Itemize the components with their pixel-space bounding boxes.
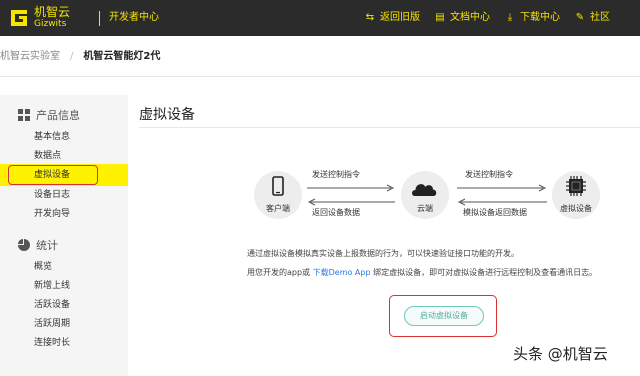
watermark: 头条 @机智云	[513, 345, 608, 363]
community-icon: ✎	[575, 12, 585, 23]
grid-icon	[18, 109, 30, 121]
virtual-device-label: 虚拟设备	[560, 204, 592, 213]
cloud-node: 云端	[401, 171, 449, 219]
sidebar-item-data-points[interactable]: 数据点	[34, 150, 61, 162]
download-demo-app-link[interactable]: 下载Demo App	[313, 268, 371, 277]
sidebar-group-statistics: 统计	[18, 239, 58, 253]
sidebar-item-basic-info[interactable]: 基本信息	[34, 131, 70, 143]
client-label: 客户端	[266, 204, 290, 213]
sidebar-item-device-log[interactable]: 设备日志	[34, 189, 70, 201]
nav-community[interactable]: ✎ 社区	[574, 11, 610, 25]
virtual-device-node: 虚拟设备	[552, 171, 600, 219]
left-return-data-label: 返回设备数据	[312, 208, 360, 217]
sidebar-group-product-info: 产品信息	[18, 109, 80, 123]
sidebar-item-connection-duration[interactable]: 连接时长	[34, 337, 70, 349]
left-arrow-icon	[457, 198, 547, 206]
sidebar-item-overview[interactable]: 概览	[34, 261, 52, 273]
client-node: 客户端	[254, 171, 302, 219]
logo-mark-icon	[11, 10, 27, 26]
sidebar-item-active-devices[interactable]: 活跃设备	[34, 299, 70, 311]
breadcrumb-lab[interactable]: 机智云实验室	[0, 51, 60, 62]
breadcrumb-current-product: 机智云智能灯2代	[83, 51, 161, 62]
description-line-1: 通过虚拟设备模拟真实设备上报数据的行为，可以快速验证接口功能的开发。	[247, 249, 519, 258]
logo-text: 机智云	[34, 5, 71, 19]
annotation-highlight-box	[8, 165, 98, 185]
start-virtual-device-button[interactable]: 启动虚拟设备	[404, 306, 484, 326]
sidebar-item-dev-guide[interactable]: 开发向导	[34, 208, 70, 220]
developer-center-label: 开发者中心	[109, 12, 159, 23]
download-icon: ⤓	[507, 12, 513, 23]
nav-return-old-version[interactable]: ⇆ 返回旧版	[364, 11, 420, 25]
page-title: 虚拟设备	[139, 107, 195, 123]
right-send-command-label: 发送控制指令	[465, 170, 513, 179]
right-simulated-data-label: 模拟设备返回数据	[463, 208, 527, 217]
header-divider	[99, 11, 100, 26]
logo[interactable]: 机智云 Gizwits	[8, 5, 98, 31]
pie-chart-icon	[18, 239, 30, 251]
left-arrow-icon	[307, 198, 395, 206]
sidebar-item-new-online[interactable]: 新增上线	[34, 280, 70, 292]
sidebar-item-active-period[interactable]: 活跃周期	[34, 318, 70, 330]
cloud-label: 云端	[417, 204, 433, 213]
left-send-command-label: 发送控制指令	[312, 170, 360, 179]
nav-download-center[interactable]: ⤓ 下载中心	[504, 11, 560, 25]
title-divider	[139, 127, 640, 128]
breadcrumb-separator: /	[70, 51, 74, 62]
document-icon: ▤	[435, 12, 445, 23]
back-arrow-icon: ⇆	[365, 12, 375, 23]
breadcrumb: 机智云实验室 / 机智云智能灯2代	[0, 50, 160, 64]
description-line-2: 用您开发的app或 下载Demo App 绑定虚拟设备，即可对虚拟设备进行远程控…	[247, 268, 598, 277]
breadcrumb-divider	[0, 76, 640, 77]
top-bar: 机智云 Gizwits 开发者中心 ⇆ 返回旧版 ▤ 文档中心 ⤓ 下载中心 ✎ 社区	[0, 0, 640, 36]
nav-docs-center[interactable]: ▤ 文档中心	[434, 11, 490, 25]
right-arrow-icon	[457, 184, 547, 192]
right-arrow-icon	[307, 184, 395, 192]
logo-subtext: Gizwits	[34, 19, 67, 29]
